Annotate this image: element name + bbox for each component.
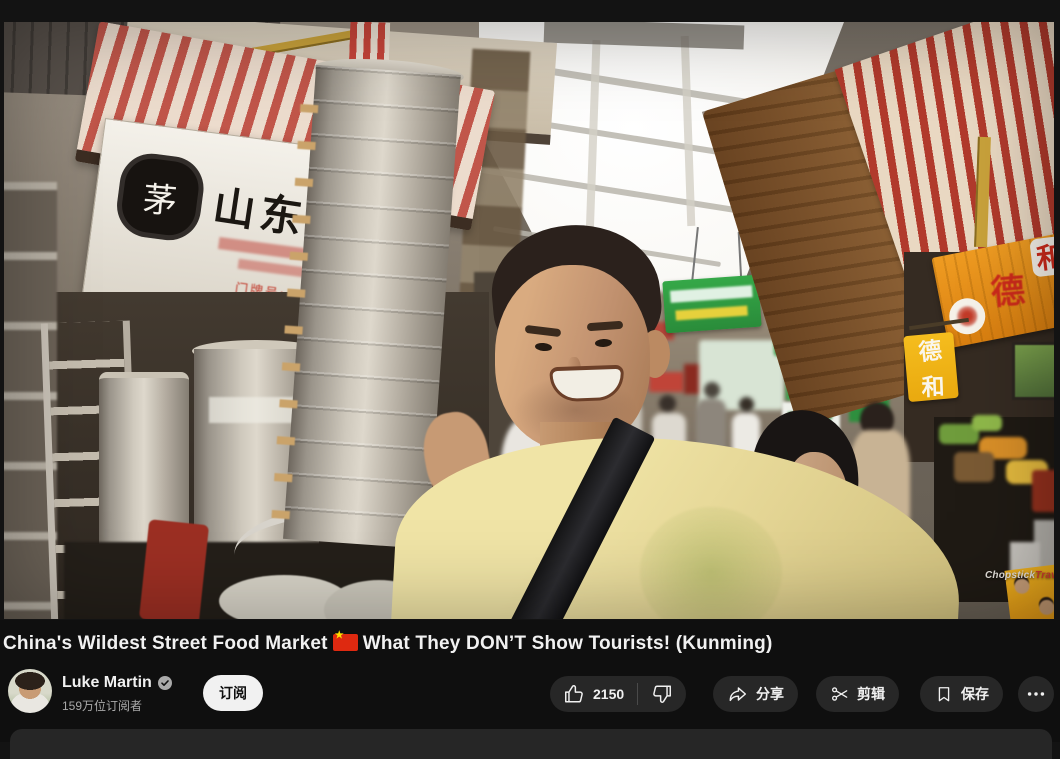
like-dislike-pill: 2150	[550, 676, 686, 712]
title-text: What They DON’T Show Tourists! (Kunming)	[363, 633, 773, 654]
more-actions-button[interactable]	[1018, 676, 1054, 712]
man-eyebrow	[525, 325, 562, 337]
banner-photo	[1038, 599, 1054, 616]
orange-sign-character: 和	[1034, 235, 1054, 278]
channel-avatar[interactable]	[8, 669, 52, 713]
man-eyebrow	[587, 321, 623, 331]
orange-sign-character-box: 和	[1029, 235, 1054, 277]
stall-goods	[954, 452, 994, 482]
china-flag-emoji: ★	[333, 634, 358, 651]
video-player[interactable]: 茅 山东刘烨 门牌号: 3-27号	[4, 22, 1054, 619]
green-sign-textbar-yellow	[675, 306, 748, 321]
thumbs-down-icon	[651, 683, 673, 705]
channel-name[interactable]: Luke Martin	[62, 674, 172, 692]
dislike-button[interactable]	[638, 676, 686, 712]
yellow-sign-character: 和	[920, 368, 944, 403]
bookmark-icon	[934, 684, 954, 704]
thumbs-up-icon	[563, 683, 585, 705]
yellow-sign-character: 德	[916, 331, 943, 368]
share-icon	[727, 683, 749, 705]
share-button[interactable]: 分享	[713, 676, 798, 712]
framed-picture	[1012, 342, 1054, 400]
like-button[interactable]: 2150	[550, 676, 637, 712]
green-sign-textbar	[670, 285, 753, 303]
clip-button[interactable]: 剪辑	[816, 676, 899, 712]
subscriber-count: 159万位订阅者	[62, 697, 142, 714]
orange-sign-character: 德	[989, 263, 1027, 315]
produce-greens	[972, 415, 1002, 431]
subscribe-button[interactable]: 订阅	[203, 675, 263, 711]
shop-logo: 茅	[113, 150, 207, 244]
video-title: China's Wildest Street Food Market ★ What …	[3, 633, 1013, 655]
flag-star: ★	[335, 630, 344, 641]
channel-watermark: ChopstickTravel.com	[985, 570, 1054, 581]
description-box[interactable]	[10, 729, 1052, 759]
yellow-hanging-sign: 德 和	[903, 332, 959, 402]
shop-logo-character: 茅	[141, 171, 179, 223]
scissors-icon	[830, 684, 850, 704]
hanging-green-sign	[662, 275, 761, 334]
verified-badge-icon	[158, 676, 172, 690]
like-count: 2150	[593, 686, 624, 702]
man-eye	[595, 339, 612, 348]
title-text: China's Wildest Street Food Market	[3, 633, 328, 654]
video-info-bar: China's Wildest Street Food Market ★ What …	[0, 620, 1060, 742]
save-button[interactable]: 保存	[920, 676, 1003, 712]
red-cloth	[139, 519, 209, 619]
youtube-watch-page: { "player": { "watermark": {"part1": "Ch…	[0, 0, 1060, 742]
man-eye	[535, 342, 553, 351]
stall-jars	[1032, 470, 1054, 512]
logo-mark	[956, 305, 979, 328]
ellipsis-icon	[1025, 683, 1047, 705]
